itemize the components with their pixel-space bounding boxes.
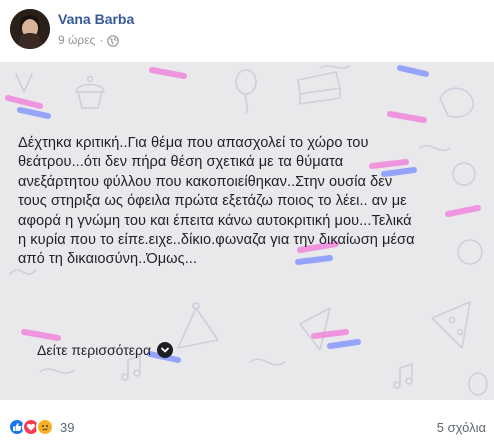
post-text-line: αφορά η γνώμη του και έπειτα κάνω αυτοκρ…: [18, 212, 412, 229]
post-text-line: η κυρία που το είπε.ειχε..δίκιο.φωναζα γ…: [18, 232, 415, 249]
post-footer: 39 5 σχόλια: [0, 414, 494, 440]
reactions-summary[interactable]: 39: [8, 418, 74, 436]
author-avatar[interactable]: [10, 9, 50, 49]
chevron-down-icon: [157, 342, 174, 358]
post-text-line: θεάτρου...ότι δεν πήρα θέση σχετικά με τ…: [18, 154, 344, 171]
post-meta: 9 ώρες ·: [58, 32, 120, 48]
post-header: Vana Barba 9 ώρες ·: [0, 0, 494, 60]
background-post: Δέχτηκα κριτική..Για θέμα που απασχολεί …: [0, 62, 494, 400]
reaction-count: 39: [60, 419, 75, 435]
globe-icon[interactable]: [107, 34, 120, 47]
see-more-label: Δείτε περισσότερα: [37, 342, 152, 358]
author-name[interactable]: Vana Barba: [58, 11, 134, 27]
post-text-line: Δέχτηκα κριτική..Για θέμα που απασχολεί …: [18, 135, 369, 151]
sad-icon: [36, 418, 54, 436]
comments-count[interactable]: 5 σχόλια: [437, 420, 486, 435]
post-text-line: ανεξάρτητου φύλλου που κακοποιείθηκαν..Σ…: [18, 173, 393, 190]
post-text-line: τους στηριξα ως όφειλα πρώτα εξετάζω ποι…: [18, 193, 407, 210]
post-text-line: από τη δικαιοσύνη..Όμως...: [18, 251, 198, 268]
post-text: Δέχτηκα κριτική..Για θέμα που απασχολεί …: [18, 134, 478, 270]
see-more-button[interactable]: Δείτε περισσότερα: [37, 342, 174, 358]
post-timestamp[interactable]: 9 ώρες: [58, 33, 95, 47]
meta-separator: ·: [99, 33, 104, 47]
